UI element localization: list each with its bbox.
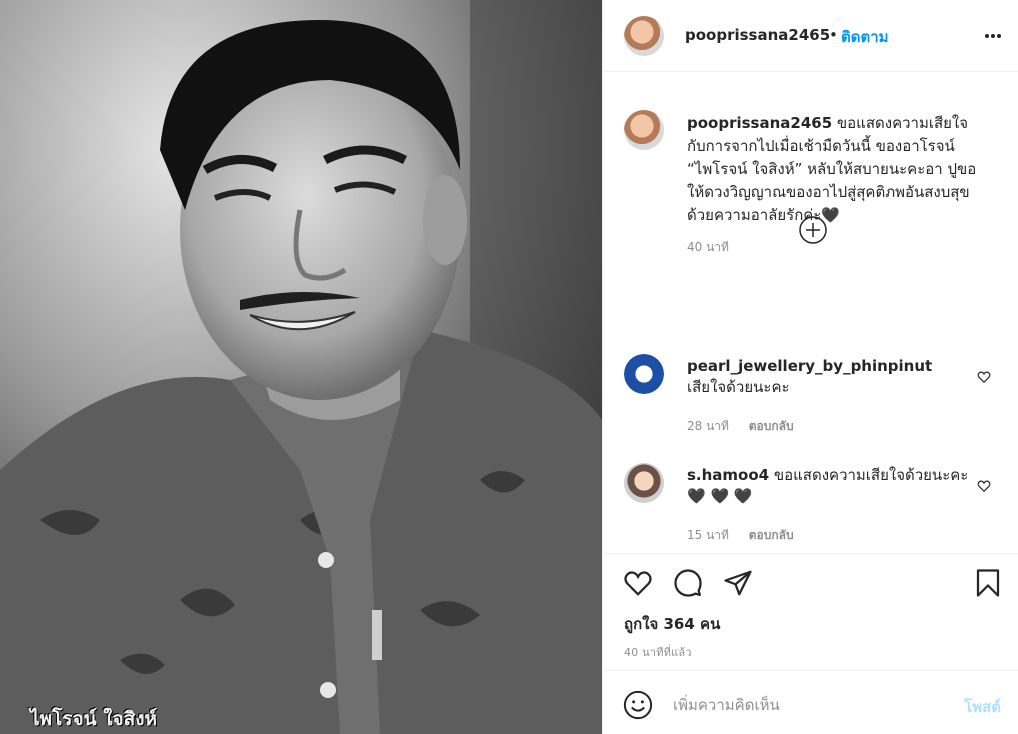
post-comment-button[interactable]: โพสต์ [964,695,1001,719]
avatar[interactable] [624,16,664,56]
plus-circle-icon[interactable] [798,215,828,245]
caption-timestamp[interactable]: 40 นาที [687,238,729,257]
commenter-avatar[interactable] [624,354,664,394]
add-comment-bar: โพสต์ [603,670,1018,734]
follow-button[interactable]: ติดตาม [841,25,889,49]
emoji-icon[interactable] [623,690,653,720]
comment-body: เสียใจด้วยนะคะ [687,378,790,396]
caption-avatar[interactable] [624,110,664,150]
bookmark-icon[interactable] [973,568,1003,598]
post-sidebar: pooprissana2465 • ติดตาม pooprissana2465… [602,0,1018,734]
post-actions: ถูกใจ 364 คน 40 นาทีที่แล้ว [603,553,1018,670]
post-timestamp[interactable]: 40 นาทีที่แล้ว [624,643,692,661]
post-photo[interactable]: ไพโรจน์ ใจสิงห์ [0,0,602,734]
comment-text: pearl_jewellery_by_phinpinut เสียใจด้วยนะ… [687,356,977,398]
comment-icon[interactable] [673,568,703,598]
post-header: pooprissana2465 • ติดตาม [603,0,1018,72]
commenter-avatar[interactable] [624,463,664,503]
post-caption: pooprissana2465 ขอแสดงความเสียใจกับการจา… [687,112,983,227]
comment-meta: 15 นาที ตอบกลับ [687,526,810,545]
comment-meta: 28 นาที ตอบกลับ [687,417,810,436]
heart-icon[interactable] [977,479,991,493]
caption-username[interactable]: pooprissana2465 [687,114,832,132]
comment-text: s.hamoo4 ขอแสดงความเสียใจด้วยนะคะ🖤 🖤 🖤 [687,465,977,507]
share-icon[interactable] [723,568,753,598]
commenter-username[interactable]: s.hamoo4 [687,466,769,484]
separator-dot: • [829,26,838,44]
author-username[interactable]: pooprissana2465 [685,26,830,44]
like-count[interactable]: ถูกใจ 364 คน [624,612,720,636]
comment-input[interactable] [673,693,943,717]
portrait-illustration [0,0,602,734]
reply-button[interactable]: ตอบกลับ [749,419,794,433]
heart-icon[interactable] [623,568,653,598]
photo-name-overlay: ไพโรจน์ ใจสิงห์ [30,708,158,730]
comment-timestamp[interactable]: 15 นาที [687,528,729,542]
heart-icon[interactable] [977,370,991,384]
commenter-username[interactable]: pearl_jewellery_by_phinpinut [687,357,932,375]
reply-button[interactable]: ตอบกลับ [749,528,794,542]
comment-timestamp[interactable]: 28 นาที [687,419,729,433]
more-horizontal-icon[interactable] [983,26,1003,46]
